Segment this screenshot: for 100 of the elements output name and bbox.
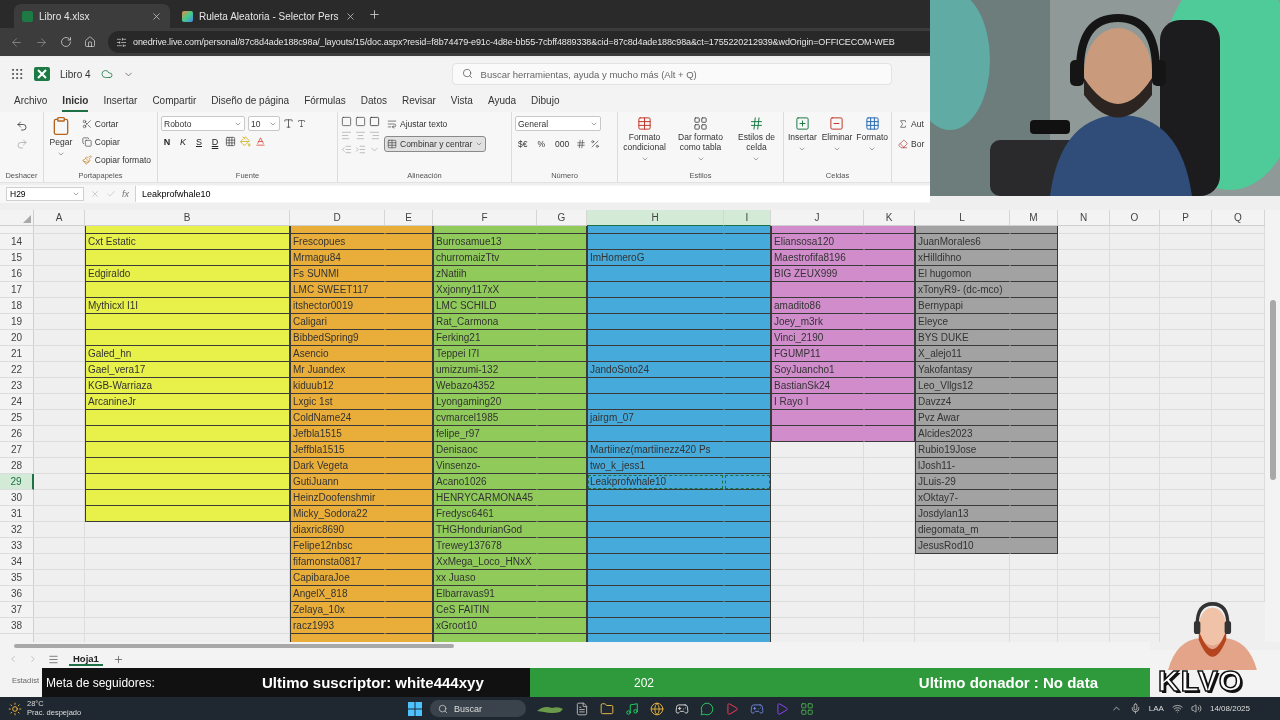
sheet-tab[interactable]: Hoja1 — [69, 652, 103, 666]
forward-icon[interactable] — [35, 35, 48, 49]
paste-button[interactable]: Pegar — [47, 116, 75, 158]
column-header[interactable]: L — [915, 210, 1010, 226]
number-format-button[interactable]: % — [534, 136, 549, 152]
gamepad-icon[interactable] — [750, 701, 764, 716]
font-style-button[interactable]: S — [193, 136, 205, 147]
font-style-button[interactable]: K — [177, 136, 189, 147]
new-tab-icon[interactable] — [367, 7, 381, 21]
styles-button[interactable]: Estilos de celda — [732, 116, 780, 163]
select-all-icon[interactable] — [23, 215, 31, 223]
row-header[interactable]: 26 — [0, 426, 34, 442]
windows-logo-icon[interactable] — [408, 701, 422, 716]
row-header[interactable]: 38 — [0, 618, 34, 634]
gamepad-icon[interactable] — [675, 701, 689, 716]
number-format-button[interactable]: 000 — [552, 136, 573, 152]
microphone-icon[interactable] — [1129, 703, 1141, 714]
menu-tab[interactable]: Compartir — [152, 90, 197, 112]
column-header[interactable]: A — [34, 210, 85, 226]
menu-tab[interactable]: Diseño de página — [211, 90, 290, 112]
fill-color-icon[interactable] — [240, 136, 251, 147]
row-header[interactable]: 35 — [0, 570, 34, 586]
row-header[interactable]: 32 — [0, 522, 34, 538]
horizontal-scrollbar[interactable] — [0, 642, 1150, 650]
column-header[interactable]: K — [864, 210, 915, 226]
row-header[interactable]: 27 — [0, 442, 34, 458]
font-name-select[interactable]: Roboto — [161, 116, 245, 131]
spreadsheet-logo-icon[interactable] — [34, 67, 50, 81]
menu-tab[interactable]: Vista — [450, 90, 473, 112]
add-sheet-icon[interactable] — [112, 653, 124, 665]
row-header[interactable]: 24 — [0, 394, 34, 410]
function-button[interactable]: fx — [122, 189, 129, 199]
menu-tab[interactable]: Fórmulas — [304, 90, 346, 112]
column-header[interactable]: O — [1110, 210, 1160, 226]
editing-button[interactable]: Aut — [895, 116, 927, 132]
row-header[interactable]: 34 — [0, 554, 34, 570]
merge-button[interactable]: Combinar y centrar — [384, 136, 487, 152]
row-header[interactable]: 18 — [0, 298, 34, 314]
row-header[interactable]: 30 — [0, 490, 34, 506]
column-header[interactable]: B — [85, 210, 290, 226]
font-style-button[interactable]: N — [161, 136, 173, 147]
number-format-button[interactable]: $€ — [515, 136, 531, 152]
video-icon[interactable] — [725, 701, 739, 716]
column-header[interactable]: P — [1160, 210, 1212, 226]
column-header[interactable]: H — [587, 210, 724, 226]
font-color-icon[interactable] — [255, 136, 266, 147]
formula-field[interactable]: Leakprofwhale10 — [135, 186, 930, 202]
row-header[interactable]: 29 — [0, 474, 34, 490]
browser-tab[interactable]: Ruleta Aleatoria - Selector Pers — [174, 4, 364, 28]
clipboard-button[interactable]: Copiar — [78, 134, 123, 150]
borders-icon[interactable] — [225, 136, 236, 147]
reload-icon[interactable] — [60, 36, 72, 48]
shrink-font-icon[interactable] — [297, 119, 306, 128]
column-header[interactable]: I — [724, 210, 771, 226]
name-box[interactable]: H29 — [6, 187, 84, 201]
file-name[interactable]: Libro 4 — [60, 68, 91, 80]
menu-tab[interactable]: Archivo — [14, 90, 48, 112]
row-header[interactable]: 25 — [0, 410, 34, 426]
date-text[interactable]: 14/08/2025 — [1209, 704, 1250, 713]
home-icon[interactable] — [84, 36, 96, 48]
browser-tab[interactable]: Libro 4.xlsx — [14, 4, 170, 28]
clipboard-button[interactable]: Copiar formato — [78, 152, 154, 168]
volume-icon[interactable] — [1190, 703, 1202, 714]
vertical-scrollbar[interactable] — [1265, 210, 1280, 642]
editing-button[interactable]: Bor — [895, 136, 928, 152]
folder-icon[interactable] — [600, 701, 614, 716]
wrap-text-button[interactable]: Ajustar texto — [384, 116, 451, 132]
column-header[interactable]: M — [1010, 210, 1058, 226]
redo-icon[interactable] — [15, 138, 28, 150]
row-header[interactable]: 37 — [0, 602, 34, 618]
grid-app-icon[interactable] — [800, 701, 814, 716]
taskbar-search[interactable]: Buscar — [430, 700, 526, 717]
font-size-select[interactable]: 10 — [248, 116, 280, 131]
menu-tab[interactable]: Insertar — [103, 90, 138, 112]
menu-tab[interactable]: Dibujo — [531, 90, 560, 112]
menu-tab[interactable]: Revisar — [401, 90, 436, 112]
number-format-select[interactable]: General — [515, 116, 601, 131]
row-header[interactable]: 36 — [0, 586, 34, 602]
sheet-list-icon[interactable] — [48, 653, 59, 665]
row-header[interactable]: 20 — [0, 330, 34, 346]
row-header[interactable]: 15 — [0, 250, 34, 266]
language-indicator[interactable]: LAA — [1148, 704, 1164, 713]
column-header[interactable]: Q — [1212, 210, 1265, 226]
clipboard-button[interactable]: Cortar — [78, 116, 122, 132]
row-header[interactable]: 23 — [0, 378, 34, 394]
music-icon[interactable] — [625, 701, 639, 716]
back-icon[interactable] — [10, 35, 23, 49]
wifi-icon[interactable] — [1171, 703, 1183, 714]
styles-button[interactable]: Formato condicional — [621, 116, 669, 163]
column-header[interactable]: F — [433, 210, 537, 226]
grow-font-icon[interactable] — [283, 118, 294, 129]
undo-icon[interactable] — [15, 120, 28, 132]
row-header[interactable]: 14 — [0, 234, 34, 250]
row-header[interactable]: 21 — [0, 346, 34, 362]
column-header[interactable]: D — [290, 210, 385, 226]
row-header[interactable]: 31 — [0, 506, 34, 522]
search-field[interactable]: Buscar herramientas, ayuda y mucho más (Alt + Q) — [451, 63, 892, 85]
app-launcher-icon[interactable] — [10, 67, 24, 81]
row-header[interactable]: 16 — [0, 266, 34, 282]
browser-icon[interactable] — [650, 701, 664, 716]
